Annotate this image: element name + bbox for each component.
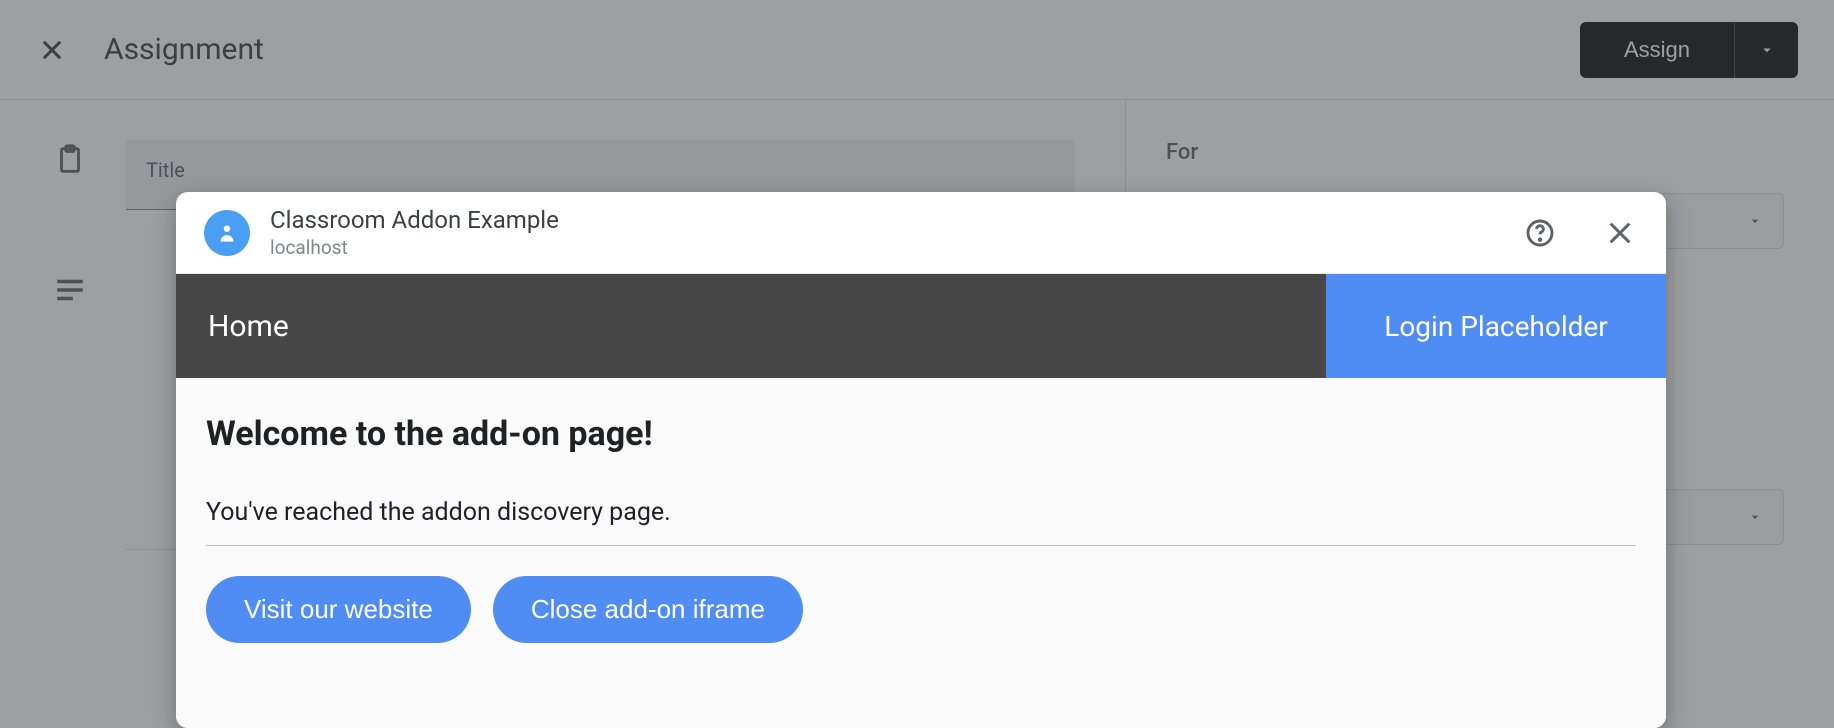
person-circle-icon — [214, 220, 240, 246]
addon-content: Welcome to the add-on page! You've reach… — [176, 378, 1666, 643]
addon-paragraph: You've reached the addon discovery page. — [206, 498, 1636, 527]
divider — [206, 545, 1636, 546]
addon-subtitle: localhost — [270, 236, 1502, 259]
visit-website-button[interactable]: Visit our website — [206, 576, 471, 643]
addon-modal-body: Home Login Placeholder Welcome to the ad… — [176, 274, 1666, 728]
nav-home-tab[interactable]: Home — [176, 274, 1326, 378]
nav-login-tab[interactable]: Login Placeholder — [1326, 274, 1666, 378]
help-button[interactable] — [1522, 215, 1558, 251]
addon-nav: Home Login Placeholder — [176, 274, 1666, 378]
addon-title: Classroom Addon Example — [270, 206, 1502, 234]
close-iframe-button[interactable]: Close add-on iframe — [493, 576, 803, 643]
addon-modal-header: Classroom Addon Example localhost — [176, 192, 1666, 274]
assignment-page: Assignment Assign Title — [0, 0, 1834, 728]
help-circle-icon — [1524, 217, 1556, 249]
close-addon-button[interactable] — [1602, 215, 1638, 251]
addon-title-block: Classroom Addon Example localhost — [270, 206, 1502, 259]
close-icon — [1604, 217, 1636, 249]
addon-header-actions — [1522, 215, 1638, 251]
addon-app-icon — [204, 210, 250, 256]
addon-heading: Welcome to the add-on page! — [206, 414, 1636, 454]
addon-modal: Classroom Addon Example localhost Home L… — [176, 192, 1666, 728]
addon-button-row: Visit our website Close add-on iframe — [206, 576, 1636, 643]
